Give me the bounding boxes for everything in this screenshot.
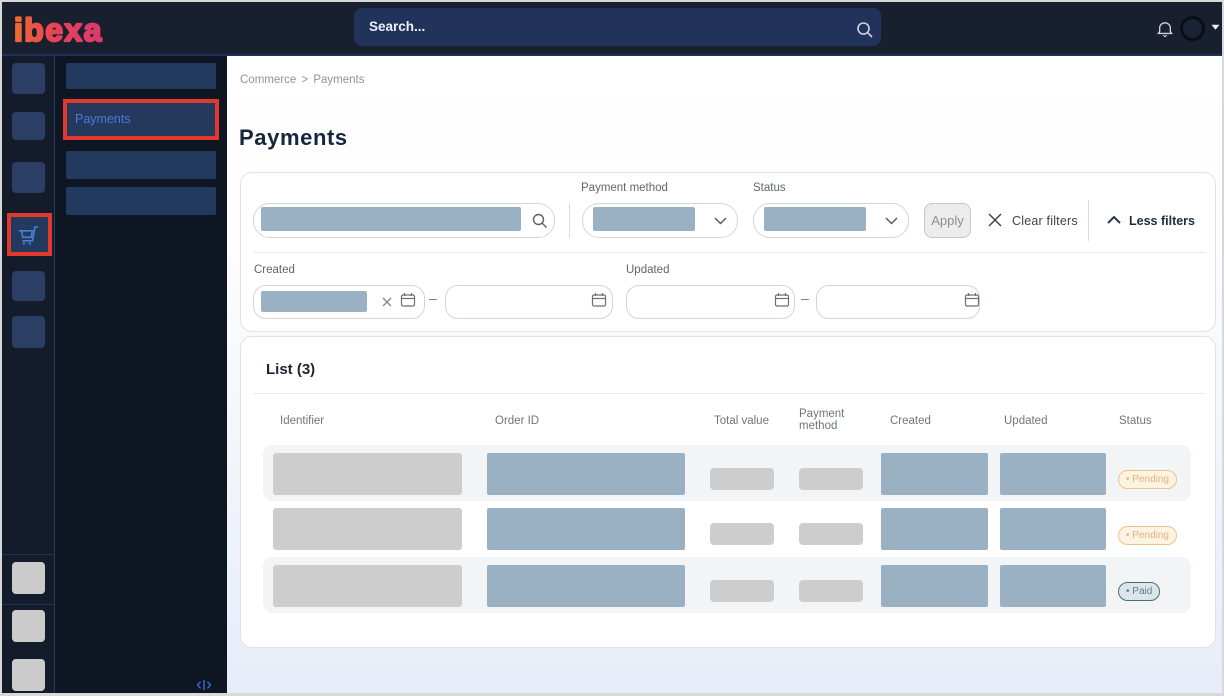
svg-text:ibexa: ibexa (14, 16, 103, 44)
